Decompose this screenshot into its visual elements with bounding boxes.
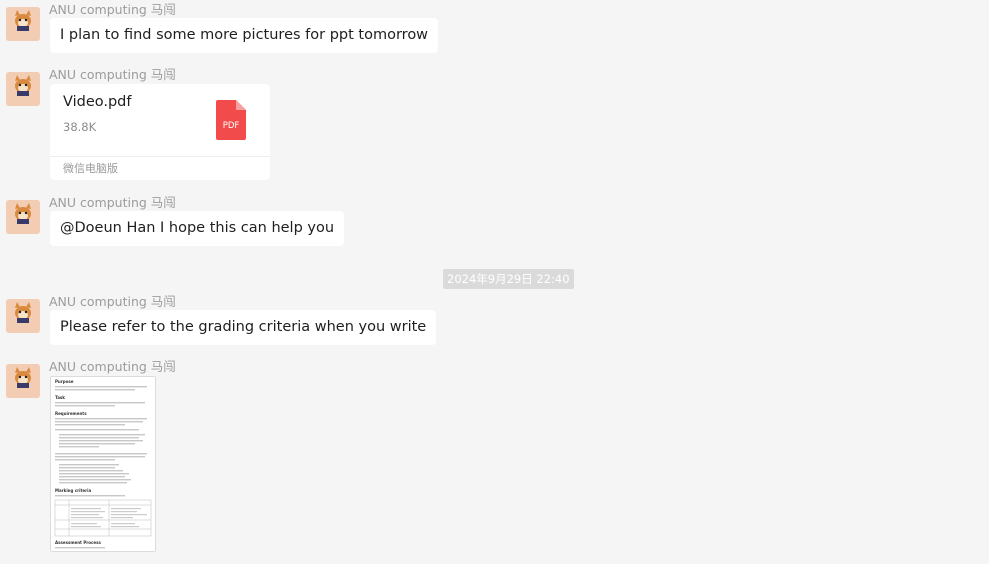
avatar[interactable] (6, 299, 40, 333)
file-size: 38.8K (63, 120, 97, 134)
sender-name: ANU computing 马闯 (49, 67, 176, 82)
pdf-type-label: PDF (223, 121, 240, 131)
avatar[interactable] (6, 200, 40, 234)
file-message-card[interactable]: Video.pdf 38.8K PDF 微信电脑版 (50, 84, 270, 180)
timestamp-divider: 2024年9月29日 22:40 (443, 269, 574, 289)
avatar[interactable] (6, 7, 40, 41)
sender-name: ANU computing 马闯 (49, 195, 176, 210)
message-bubble[interactable]: I plan to find some more pictures for pp… (50, 18, 439, 53)
chat-window: ANU computing 马闯 I plan to find some mor… (0, 0, 989, 564)
doc-heading: Purpose (55, 379, 74, 384)
pdf-file-icon: PDF (216, 100, 246, 144)
sender-name: ANU computing 马闯 (49, 294, 176, 309)
avatar[interactable] (6, 364, 40, 398)
sender-name: ANU computing 马闯 (49, 359, 176, 374)
doc-heading: Marking criteria (55, 488, 91, 493)
file-source-label: 微信电脑版 (63, 162, 118, 175)
avatar[interactable] (6, 72, 40, 106)
message-bubble[interactable]: @Doeun Han I hope this can help you (50, 211, 345, 246)
divider (50, 156, 270, 157)
doc-heading: Requirements (55, 411, 87, 416)
file-name: Video.pdf (63, 94, 132, 110)
document-image-thumbnail[interactable]: Purpose Task Requirements Marking criter… (50, 376, 156, 552)
doc-heading: Task (55, 395, 65, 400)
message-bubble[interactable]: Please refer to the grading criteria whe… (50, 310, 437, 345)
doc-heading: Assessment Process (55, 540, 101, 545)
sender-name: ANU computing 马闯 (49, 2, 176, 17)
